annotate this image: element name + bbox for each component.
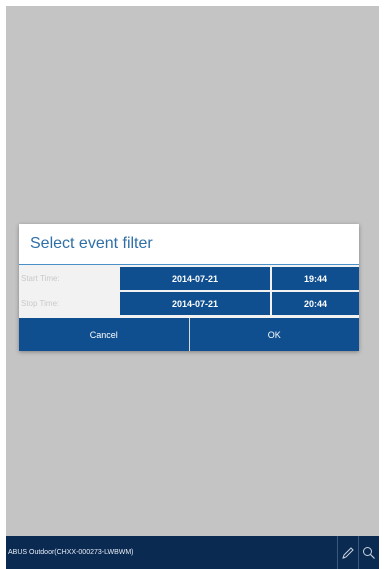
start-date-button[interactable]: 2014-07-21 <box>120 267 270 290</box>
search-icon <box>363 546 375 559</box>
event-filter-dialog: Select event filter Start Time: 2014-07-… <box>19 224 359 351</box>
dialog-button-bar: Cancel OK <box>19 318 359 351</box>
pencil-icon <box>342 546 354 559</box>
stop-date-button[interactable]: 2014-07-21 <box>120 292 270 315</box>
dialog-title: Select event filter <box>30 235 153 252</box>
stop-time-label: Stop Time: <box>21 299 60 308</box>
edit-button[interactable] <box>338 536 358 569</box>
cancel-button[interactable]: Cancel <box>19 318 189 351</box>
stop-time-button[interactable]: 20:44 <box>272 292 359 315</box>
start-time-button[interactable]: 19:44 <box>272 267 359 290</box>
ok-button[interactable]: OK <box>188 318 359 351</box>
bottom-bar: ABUS Outdoor(CHXX-000273-LWBWM) <box>6 536 379 569</box>
start-time-row: Start Time: 2014-07-21 19:44 <box>19 267 359 290</box>
stop-time-row: Stop Time: 2014-07-21 20:44 <box>19 292 359 315</box>
device-name: ABUS Outdoor(CHXX-000273-LWBWM) <box>8 549 134 556</box>
start-time-label: Start Time: <box>21 274 60 283</box>
search-button[interactable] <box>359 536 379 569</box>
dialog-header: Select event filter <box>19 224 359 265</box>
